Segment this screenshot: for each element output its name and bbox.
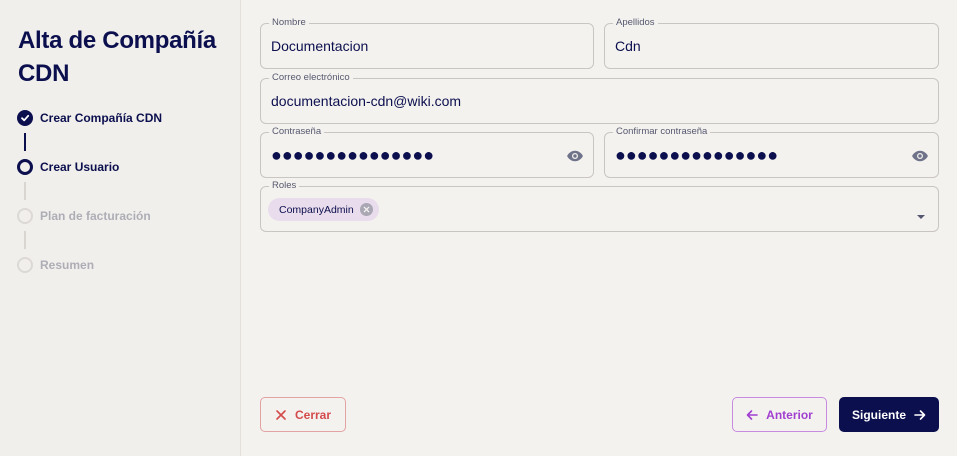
step-connector: [24, 182, 26, 200]
nombre-value: Documentacion: [271, 38, 369, 54]
password-field[interactable]: Contraseña ●●●●●●●●●●●●●●●: [260, 126, 594, 178]
roles-label: Roles: [269, 180, 300, 192]
password-label: Contraseña: [269, 126, 325, 138]
confirm-password-label: Confirmar contraseña: [613, 126, 711, 138]
next-button-label: Siguiente: [851, 407, 906, 422]
apellidos-label: Apellidos: [613, 17, 658, 29]
arrow-left-icon: [746, 409, 758, 421]
step-connector: [24, 133, 26, 151]
close-button[interactable]: Cerrar: [260, 397, 346, 432]
step-label: Crear Usuario: [40, 160, 120, 174]
stepper-sidebar: Alta de Compañía CDN Crear Compañía CDN …: [0, 0, 241, 456]
previous-button-label: Anterior: [766, 407, 813, 422]
email-value: documentacion-cdn@wiki.com: [271, 93, 462, 109]
close-circle-icon[interactable]: [359, 203, 373, 216]
pending-step-icon: [17, 208, 33, 224]
eye-icon[interactable]: [566, 147, 584, 165]
nombre-field[interactable]: Nombre Documentacion: [260, 17, 594, 69]
pending-step-icon: [17, 257, 33, 273]
email-label: Correo electrónico: [269, 72, 353, 84]
page-title-line1: Alta de Compañía: [18, 27, 216, 54]
role-chip-label: CompanyAdmin: [279, 203, 354, 216]
confirm-password-field[interactable]: Confirmar contraseña ●●●●●●●●●●●●●●●: [604, 126, 939, 178]
check-circle-icon: [17, 110, 33, 126]
arrow-right-icon: [914, 409, 926, 421]
step-connector: [24, 231, 26, 249]
page-title-line2: CDN: [18, 60, 70, 87]
step-crear-usuario: Crear Usuario: [17, 158, 119, 176]
x-icon: [275, 409, 287, 421]
previous-button[interactable]: Anterior: [732, 397, 827, 432]
eye-icon[interactable]: [911, 147, 929, 165]
step-label: Crear Compañía CDN: [40, 111, 163, 125]
apellidos-value: Cdn: [615, 38, 641, 54]
confirm-password-value: ●●●●●●●●●●●●●●●: [615, 145, 779, 165]
role-chip: CompanyAdmin: [268, 198, 379, 221]
current-step-icon: [17, 159, 33, 175]
nombre-label: Nombre: [269, 17, 309, 29]
step-crear-compania: Crear Compañía CDN: [17, 109, 162, 127]
email-field[interactable]: Correo electrónico documentacion-cdn@wik…: [260, 72, 939, 124]
page-title: Alta de Compañía CDN: [18, 24, 228, 90]
roles-select[interactable]: Roles CompanyAdmin: [260, 180, 939, 232]
close-button-label: Cerrar: [294, 407, 332, 422]
password-value: ●●●●●●●●●●●●●●●: [271, 145, 435, 165]
app-window: Alta de Compañía CDN Crear Compañía CDN …: [0, 0, 957, 456]
apellidos-field[interactable]: Apellidos Cdn: [604, 17, 939, 69]
next-button[interactable]: Siguiente: [839, 397, 939, 432]
step-label: Plan de facturación: [40, 209, 151, 223]
step-resumen: Resumen: [17, 256, 94, 274]
caret-down-icon[interactable]: [916, 207, 926, 219]
step-label: Resumen: [40, 258, 95, 272]
step-plan-facturacion: Plan de facturación: [17, 207, 151, 225]
